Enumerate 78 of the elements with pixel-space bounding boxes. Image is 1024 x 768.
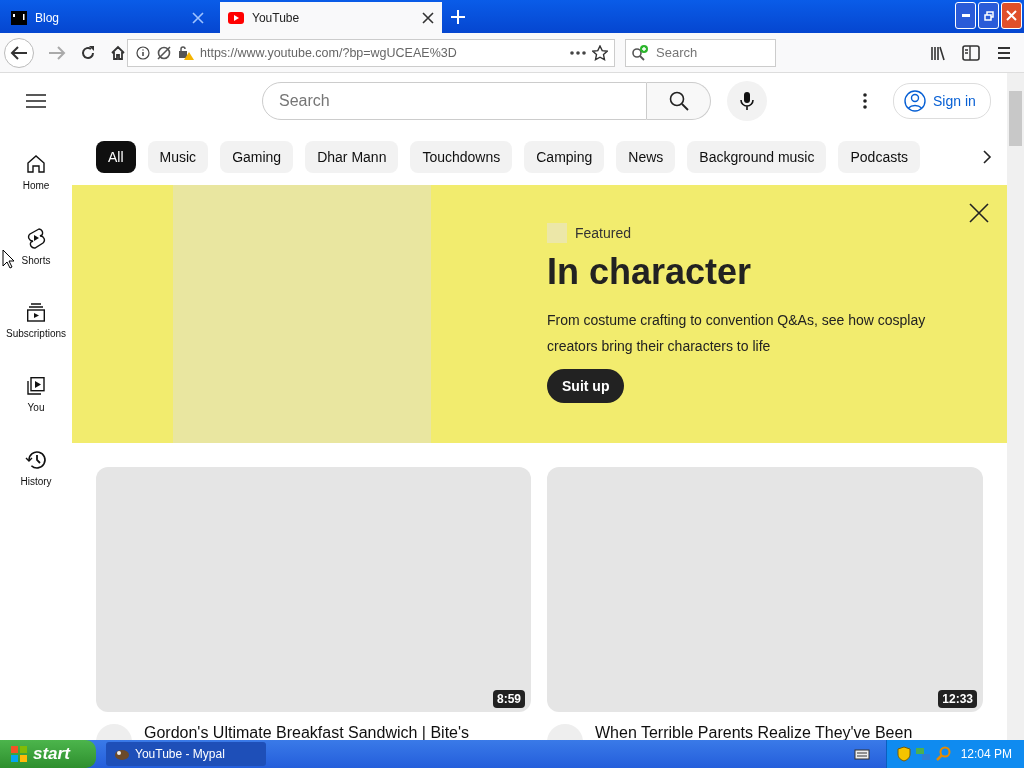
filter-chip[interactable]: Music (147, 141, 209, 173)
shorts-icon (26, 226, 46, 249)
featured-icon (547, 223, 567, 243)
more-icon[interactable] (570, 50, 586, 55)
history-icon (25, 449, 47, 470)
video-duration: 8:59 (492, 690, 525, 708)
close-tab-icon[interactable] (422, 11, 434, 24)
sidebar-item[interactable]: Subscriptions (0, 283, 72, 357)
browser-tab[interactable]: YouTube (220, 2, 442, 33)
sidebar-icon[interactable] (962, 44, 980, 61)
suit-up-button[interactable]: Suit up (547, 369, 625, 403)
back-button[interactable] (4, 37, 34, 68)
new-tab-icon[interactable] (450, 9, 466, 25)
browser-search-field[interactable]: Search (625, 38, 776, 67)
filter-chip[interactable]: All (96, 141, 136, 173)
close-icon[interactable] (969, 203, 989, 223)
home-icon[interactable] (110, 44, 126, 61)
video-thumbnail[interactable]: 12:33 (547, 467, 983, 712)
filter-chip[interactable]: Background music (687, 141, 827, 173)
banner-title: In character (547, 251, 753, 293)
bookmark-star-icon[interactable] (592, 44, 608, 61)
app-icon (114, 747, 130, 761)
filter-chip[interactable]: Gaming (220, 141, 294, 173)
video-thumbnail[interactable]: 8:59 (96, 467, 531, 712)
home-icon (26, 153, 46, 174)
filter-chip[interactable]: Dhar Mann (305, 141, 399, 173)
sidebar-label[interactable]: Shorts (21, 254, 51, 266)
sidebar-item[interactable]: Home (0, 135, 72, 209)
restore-button[interactable] (978, 2, 999, 29)
subscriptions-icon (26, 301, 46, 322)
lock-warning-icon[interactable] (178, 44, 194, 61)
more-options-icon[interactable] (863, 93, 867, 109)
autoplay-blocked-icon[interactable] (156, 45, 172, 60)
menu-icon[interactable] (996, 45, 1012, 60)
url-text[interactable]: https://www.youtube.com/?bp=wgUCEAE%3D (200, 45, 564, 60)
taskbar-window-button[interactable]: YouTube - Mypal (106, 742, 266, 766)
sidebar-label[interactable]: History (20, 475, 52, 487)
library-icon[interactable] (930, 44, 946, 61)
youtube-favicon-icon (228, 11, 244, 24)
info-icon[interactable] (136, 45, 150, 60)
keyboard-icon[interactable] (853, 748, 870, 760)
shield-icon[interactable] (896, 746, 911, 762)
sidebar-label[interactable]: Subscriptions (6, 327, 66, 339)
close-window-button[interactable] (1001, 2, 1022, 29)
address-bar[interactable]: https://www.youtube.com/?bp=wgUCEAE%3D (127, 38, 615, 67)
search-icon (668, 91, 689, 111)
filter-chip[interactable]: News (616, 141, 676, 173)
featured-label: Featured (575, 225, 632, 241)
browser-tab[interactable]: Blog (3, 2, 212, 33)
clock: 12:04 PM (960, 747, 1012, 761)
minimize-icon (961, 14, 970, 17)
video-library-icon (26, 375, 46, 396)
banner-description: From costume crafting to convention Q&As, see how cosplay creators bring their characters to life (547, 311, 927, 356)
chevron-right-icon[interactable] (982, 149, 993, 165)
restore-icon (983, 10, 994, 21)
windows-flag-icon (10, 745, 28, 763)
video-duration: 12:33 (938, 690, 977, 708)
sign-in-button[interactable]: Sign in (893, 83, 991, 119)
back-arrow-icon (10, 44, 28, 61)
user-icon (904, 90, 926, 112)
search-field[interactable]: Search (262, 82, 647, 120)
filter-chip[interactable]: Podcasts (838, 141, 921, 173)
reload-icon[interactable] (80, 44, 96, 61)
blog-favicon-icon (11, 10, 27, 25)
voice-search-button[interactable] (727, 81, 767, 121)
search-button[interactable] (647, 82, 711, 120)
sidebar-label[interactable]: You (27, 401, 45, 413)
close-icon (1006, 10, 1017, 21)
sidebar-item[interactable]: You (0, 357, 72, 431)
microphone-icon (740, 91, 754, 111)
menu-icon[interactable] (26, 94, 46, 108)
sidebar-label[interactable]: Home (22, 179, 50, 191)
filter-chip[interactable]: Touchdowns (410, 141, 513, 173)
scrollbar[interactable] (1007, 73, 1024, 740)
sidebar-item[interactable]: History (0, 431, 72, 505)
minimize-button[interactable] (955, 2, 976, 29)
filter-chip[interactable]: Camping (524, 141, 605, 173)
sidebar-item[interactable]: Shorts (0, 209, 72, 283)
